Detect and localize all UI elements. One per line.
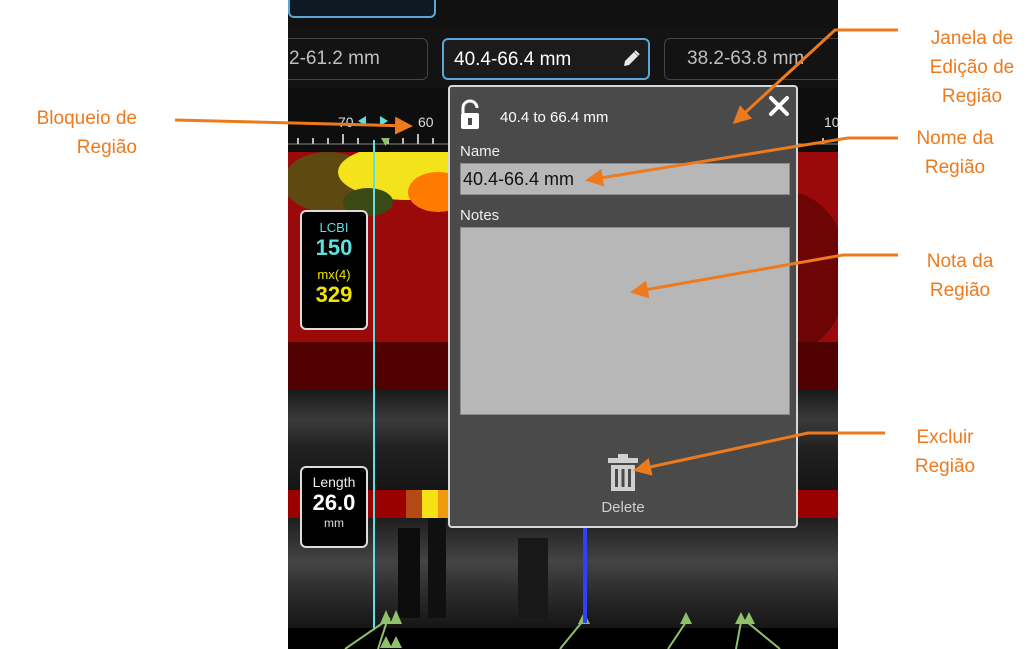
arrow-region-name <box>585 136 898 187</box>
arrow-edit-window <box>732 28 898 125</box>
annotation-arrows <box>174 28 898 649</box>
arrow-region-note <box>630 253 898 299</box>
arrow-lock <box>174 116 413 135</box>
marker-callout-lines <box>344 617 781 649</box>
arrow-delete <box>633 431 885 476</box>
